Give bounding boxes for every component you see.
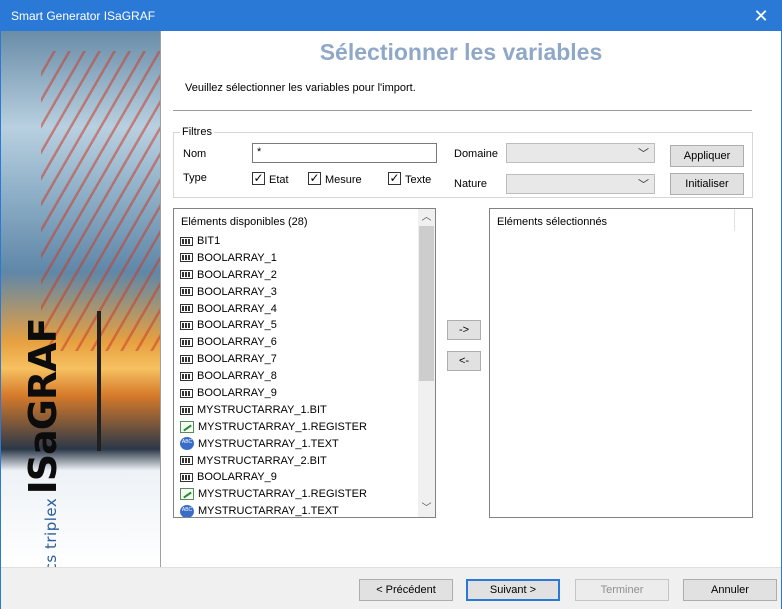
type-label: Type: [183, 172, 207, 184]
page-subtitle: Veuillez sélectionner les variables pour…: [185, 82, 416, 94]
finish-button: Terminer: [575, 579, 669, 601]
page-title: Sélectionner les variables: [319, 39, 603, 65]
banner-staircase-graphic: [41, 51, 160, 351]
bool-icon: [180, 371, 193, 381]
nature-select[interactable]: ﹀: [506, 174, 655, 194]
type-texte-label: Texte: [405, 174, 432, 186]
text-icon: [180, 504, 194, 517]
side-banner-image: ics triplex ISaGRAF: [1, 31, 161, 567]
bool-icon: [180, 270, 193, 280]
bool-icon: [180, 388, 193, 398]
filters-groupbox: Filtres Nom * Type ✓ Etat ✓ Mesure ✓ Tex…: [173, 126, 753, 198]
banner-tower-graphic: [97, 311, 101, 451]
bool-icon: [180, 304, 193, 314]
list-item-label: MYSTRUCTARRAY_1.TEXT: [198, 505, 339, 518]
next-button[interactable]: Suivant >: [466, 579, 560, 601]
list-item-label: BOOLARRAY_9: [197, 471, 277, 484]
list-item[interactable]: MYSTRUCTARRAY_2.BIT: [180, 453, 420, 470]
type-mesure-label: Mesure: [325, 174, 362, 186]
bool-icon: [180, 456, 193, 466]
wizard-footer: < Précédent Suivant > Terminer Annuler: [1, 567, 781, 609]
window-title: Smart Generator ISaGRAF: [11, 9, 156, 23]
list-item-label: MYSTRUCTARRAY_2.BIT: [197, 454, 327, 467]
name-filter-input[interactable]: *: [252, 143, 437, 163]
bool-icon: [180, 236, 193, 246]
bool-icon: [180, 473, 193, 483]
list-item-label: MYSTRUCTARRAY_1.TEXT: [198, 437, 339, 450]
available-list-header: Eléments disponibles (28): [181, 216, 308, 228]
list-item-label: BOOLARRAY_8: [197, 370, 277, 383]
column-separator: [734, 209, 735, 231]
selected-list-header: Eléments sélectionnés: [497, 216, 608, 228]
list-item[interactable]: BOOLARRAY_6: [180, 334, 420, 351]
list-item[interactable]: BOOLARRAY_1: [180, 250, 420, 267]
list-item[interactable]: BOOLARRAY_9: [180, 385, 420, 402]
scroll-up-icon[interactable]: ︿: [418, 209, 435, 226]
list-item[interactable]: BOOLARRAY_7: [180, 351, 420, 368]
list-item[interactable]: BOOLARRAY_2: [180, 267, 420, 284]
scroll-down-icon[interactable]: ﹀: [418, 500, 435, 517]
type-etat-label: Etat: [269, 174, 289, 186]
list-item[interactable]: MYSTRUCTARRAY_1.REGISTER: [180, 486, 420, 503]
list-item-label: BOOLARRAY_7: [197, 353, 277, 366]
reset-button[interactable]: Initialiser: [670, 173, 744, 195]
bool-icon: [180, 405, 193, 415]
close-icon[interactable]: ✕: [741, 1, 781, 31]
register-icon: [180, 420, 194, 433]
domain-label: Domaine: [454, 148, 499, 160]
list-item[interactable]: BOOLARRAY_3: [180, 284, 420, 301]
list-item-label: BOOLARRAY_2: [197, 268, 277, 281]
list-item[interactable]: MYSTRUCTARRAY_1.REGISTER: [180, 419, 420, 436]
name-label: Nom: [183, 148, 207, 160]
bool-icon: [180, 287, 193, 297]
type-mesure-checkbox[interactable]: ✓: [308, 172, 321, 185]
list-item-label: BOOLARRAY_3: [197, 285, 277, 298]
list-item[interactable]: MYSTRUCTARRAY_1.BIT: [180, 402, 420, 419]
header-divider: [173, 110, 752, 111]
list-item[interactable]: BOOLARRAY_9: [180, 469, 420, 486]
register-icon: [180, 488, 194, 501]
nature-label: Nature: [454, 178, 488, 190]
list-item-label: MYSTRUCTARRAY_1.REGISTER: [198, 488, 367, 501]
available-items-list[interactable]: Eléments disponibles (28) BIT1 BOOLARRAY_…: [173, 208, 436, 518]
list-item-label: BIT1: [197, 235, 221, 247]
remove-from-selection-button[interactable]: <-: [447, 351, 481, 371]
filters-legend: Filtres: [180, 126, 214, 138]
list-item-label: BOOLARRAY_9: [197, 387, 277, 400]
wizard-window: Smart Generator ISaGRAF ✕ ics triplex IS…: [0, 0, 782, 609]
bool-icon: [180, 337, 193, 347]
chevron-down-icon: ﹀: [638, 148, 649, 160]
text-icon: [180, 437, 194, 451]
list-item[interactable]: MYSTRUCTARRAY_1.TEXT: [180, 436, 420, 453]
add-to-selection-button[interactable]: ->: [447, 320, 481, 340]
type-etat-checkbox[interactable]: ✓: [252, 172, 265, 185]
title-bar[interactable]: Smart Generator ISaGRAF ✕: [1, 1, 781, 31]
list-item[interactable]: MYSTRUCTARRAY_1.TEXT: [180, 503, 420, 518]
cancel-button[interactable]: Annuler: [683, 579, 777, 601]
list-item-label: BOOLARRAY_1: [197, 251, 277, 264]
domain-select[interactable]: ﹀: [506, 143, 655, 163]
list-item[interactable]: BIT1: [180, 233, 420, 250]
apply-button[interactable]: Appliquer: [670, 145, 744, 167]
type-texte-checkbox[interactable]: ✓: [388, 172, 401, 185]
list-item[interactable]: BOOLARRAY_5: [180, 317, 420, 334]
list-item[interactable]: BOOLARRAY_8: [180, 368, 420, 385]
available-scrollbar[interactable]: ︿ ﹀: [418, 209, 435, 517]
scrollbar-thumb[interactable]: [419, 226, 434, 381]
brand-ics-text: ics triplex: [42, 497, 60, 567]
available-rows: BIT1 BOOLARRAY_1 BOOLARRAY_2 BOOLARRAY_3 BOO…: [180, 233, 420, 518]
bool-icon: [180, 321, 193, 331]
list-item-label: BOOLARRAY_5: [197, 319, 277, 332]
chevron-down-icon: ﹀: [638, 179, 649, 191]
bool-icon: [180, 354, 193, 364]
selected-items-list[interactable]: Eléments sélectionnés: [489, 208, 753, 518]
list-item[interactable]: BOOLARRAY_4: [180, 301, 420, 318]
previous-button[interactable]: < Précédent: [359, 579, 453, 601]
list-item-label: MYSTRUCTARRAY_1.REGISTER: [198, 420, 367, 433]
list-item-label: BOOLARRAY_6: [197, 336, 277, 349]
list-item-label: BOOLARRAY_4: [197, 302, 277, 315]
bool-icon: [180, 253, 193, 263]
brand-name-text: ISaGRAF: [21, 318, 65, 495]
list-item-label: MYSTRUCTARRAY_1.BIT: [197, 403, 327, 416]
